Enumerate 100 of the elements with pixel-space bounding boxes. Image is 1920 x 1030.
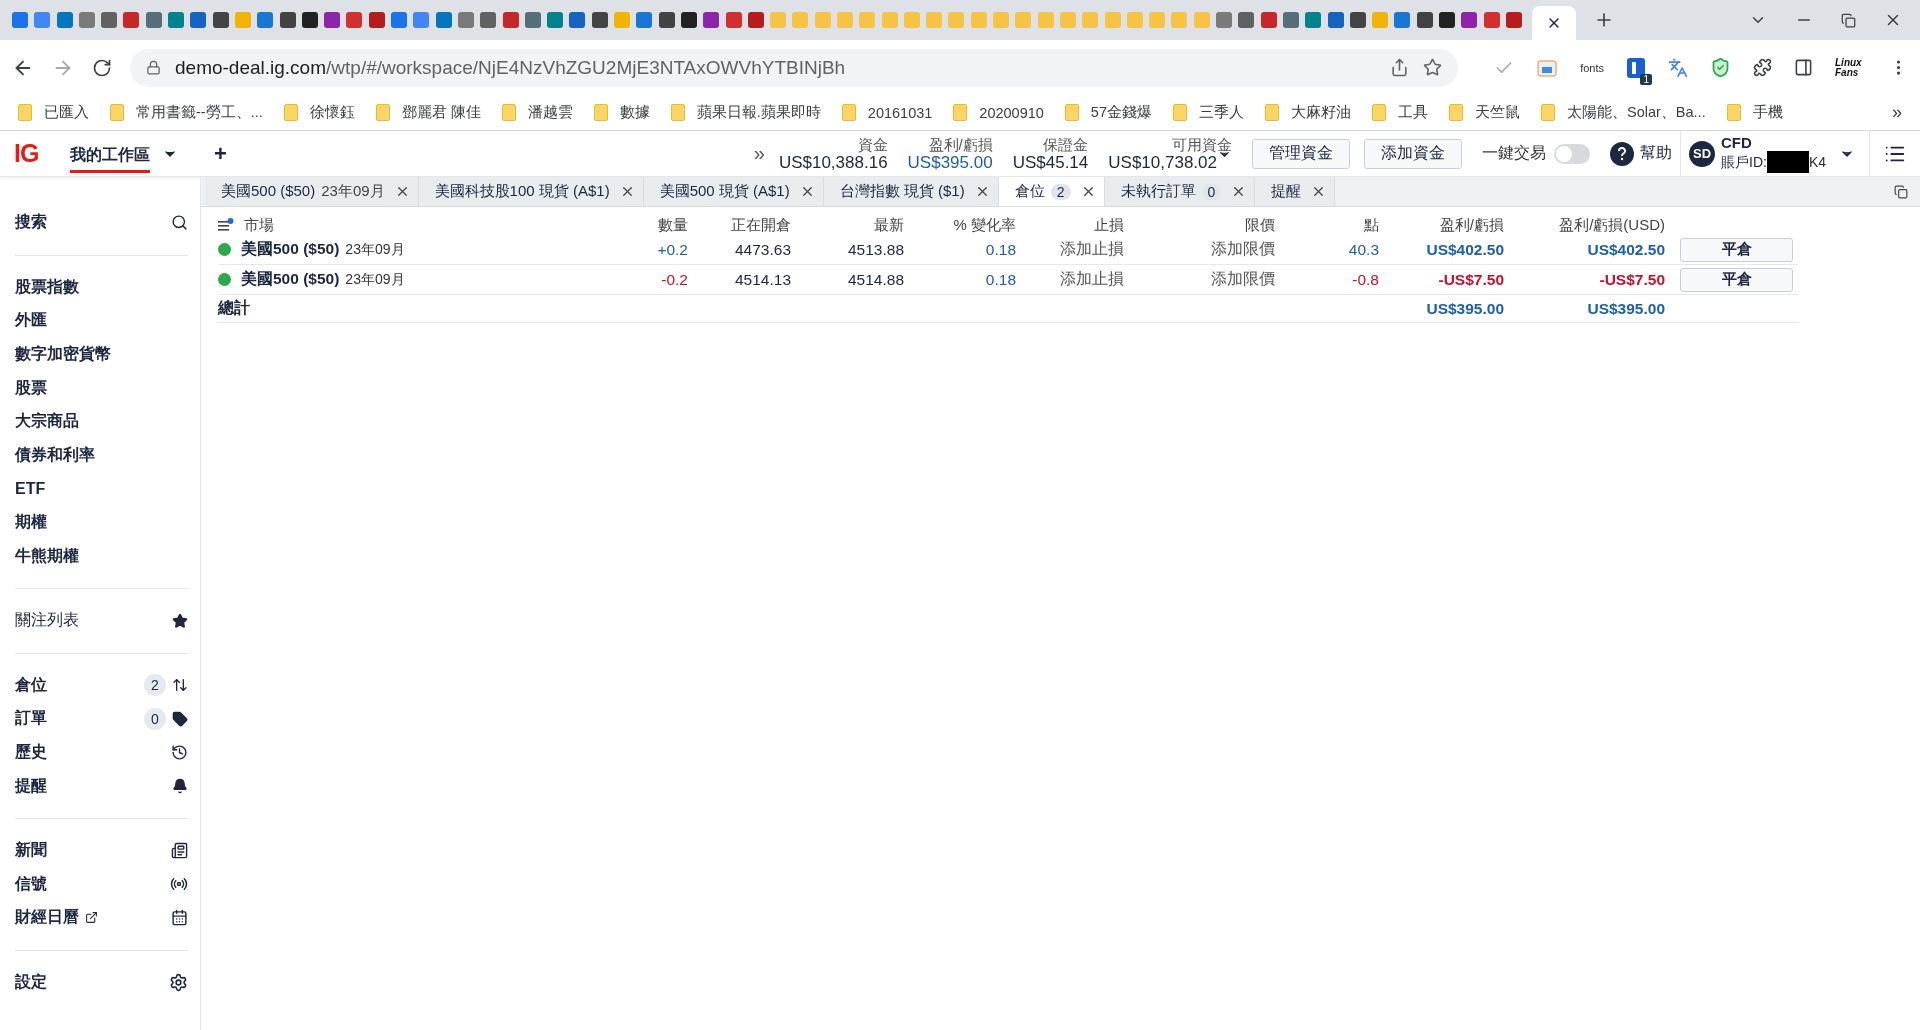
tab-favicon-icon[interactable] xyxy=(591,12,608,28)
column-header[interactable]: 盈利/虧損(USD) xyxy=(1504,215,1665,235)
column-header[interactable]: 最新 xyxy=(791,215,904,235)
overflow-button[interactable]: » xyxy=(753,142,765,165)
workspace-tab[interactable]: 未執行訂單 0 xyxy=(1104,177,1256,206)
close-position-button[interactable]: 平倉 xyxy=(1680,267,1793,292)
sidebar-item[interactable]: 股票指數 xyxy=(15,276,79,298)
bookmark-link[interactable]: 天竺鼠 xyxy=(1475,103,1520,122)
sidebar-item[interactable]: 關注列表 xyxy=(15,610,79,632)
arrows-icon xyxy=(172,677,188,694)
funds-button[interactable]: 添加資金 xyxy=(1364,138,1462,169)
bookmark-link[interactable]: 常用書籤--勞工、... xyxy=(136,103,263,122)
close-position-button[interactable]: 平倉 xyxy=(1680,237,1793,262)
market-name[interactable]: 美國500 ($50) xyxy=(241,239,340,260)
sidebar-item[interactable]: 數字加密貨幣 xyxy=(15,344,111,366)
shield-icon[interactable] xyxy=(1710,57,1731,78)
add-limit-link[interactable]: 添加限價 xyxy=(1124,269,1275,290)
sidebar-item[interactable]: 訂單 xyxy=(15,708,47,730)
add-stop-link[interactable]: 添加止損 xyxy=(1016,269,1124,290)
workspace-tab[interactable]: 美國科技股100 現貨 (A$1) xyxy=(418,177,644,206)
help-icon[interactable] xyxy=(1610,141,1634,166)
search-link[interactable]: 搜索 xyxy=(15,212,47,234)
bookmark-link[interactable]: 徐懷鈺 xyxy=(309,103,355,122)
tab-favicon-icon[interactable] xyxy=(1461,12,1478,28)
sidebar-item[interactable]: 債券和利率 xyxy=(15,444,95,466)
table-cell-text: 0.18 xyxy=(984,240,1016,259)
bookmark-link[interactable]: 已匯入 xyxy=(44,103,89,122)
one-click-toggle[interactable] xyxy=(1554,143,1590,164)
sidebar-item[interactable]: 牛熊期權 xyxy=(15,545,79,567)
bookmark-link[interactable]: 20161031 xyxy=(867,104,933,121)
sidebar-item[interactable]: 期權 xyxy=(15,512,47,534)
bookmark-link[interactable]: 20200910 xyxy=(979,104,1044,121)
sidebar-item[interactable]: 歷史 xyxy=(15,742,47,763)
avatar[interactable]: SD xyxy=(1689,140,1715,167)
bookmark-link[interactable]: 鄧麗君 陳佳 xyxy=(401,103,481,122)
add-stop-link[interactable]: 添加止損 xyxy=(1016,239,1124,260)
sidebar-item[interactable]: 大宗商品 xyxy=(15,411,79,433)
tab-favicon-icon[interactable] xyxy=(680,12,697,28)
tab-favicon-icon[interactable] xyxy=(703,12,720,28)
bookmark-link[interactable]: 潘越雲 xyxy=(527,103,573,122)
share-icon[interactable] xyxy=(1390,58,1410,77)
bookmark-link[interactable]: 57金錢爆 xyxy=(1090,103,1152,122)
settings-icon[interactable] xyxy=(169,973,188,992)
reload-icon[interactable] xyxy=(92,57,112,78)
translate-icon[interactable] xyxy=(1668,57,1688,78)
address-bar[interactable]: demo-deal.ig.com/wtp/#/workspace/NjE4NzVhZGU2MjE3NTAxOWVhYTBINjBh xyxy=(130,48,1459,87)
popout-icon[interactable] xyxy=(1894,184,1908,199)
tab-favicon-icon[interactable] xyxy=(301,12,318,28)
workspace-tab[interactable]: 美國500 現貨 (A$1) xyxy=(643,177,824,206)
tab-favicon-icon[interactable] xyxy=(658,12,675,28)
logo[interactable]: IG xyxy=(0,139,70,168)
column-header[interactable]: 盈利/虧損 xyxy=(1379,215,1504,235)
bookmark-link[interactable]: 大麻籽油 xyxy=(1291,103,1351,122)
tab-favicon-icon[interactable] xyxy=(279,12,296,28)
workspace-tab[interactable]: 倉位 2 xyxy=(998,177,1105,206)
sidebar-item[interactable]: 提醒 xyxy=(15,775,47,797)
search-icon[interactable] xyxy=(171,214,188,232)
column-menu-icon[interactable] xyxy=(218,218,234,232)
workspace-tab[interactable]: 提醒 xyxy=(1255,177,1336,206)
sidebar-item[interactable]: 信號 xyxy=(15,873,47,895)
tab-favicon-icon[interactable] xyxy=(1416,12,1433,28)
column-header[interactable]: 數量 xyxy=(618,215,688,235)
extension-label[interactable]: fonts xyxy=(1580,61,1604,74)
workspace-tab[interactable]: 美國500 ($50) 23年09月 xyxy=(205,177,419,206)
extensions-icon[interactable] xyxy=(1753,58,1772,77)
funds-button[interactable]: 管理資金 xyxy=(1252,138,1350,169)
column-header[interactable]: 點 xyxy=(1275,215,1379,235)
restore-icon[interactable] xyxy=(1841,12,1856,28)
add-limit-link[interactable]: 添加限價 xyxy=(1124,239,1275,260)
bookmark-link[interactable]: 手機 xyxy=(1752,103,1783,122)
workspace-tab[interactable]: 台灣指數 現貨 ($1) xyxy=(823,177,999,206)
bookmark-link[interactable]: 太陽能、Solar、Ba... xyxy=(1567,103,1706,122)
tab-favicon-icon[interactable] xyxy=(1349,12,1366,28)
bookmark-star-icon[interactable] xyxy=(1423,58,1443,77)
more-bookmarks[interactable]: » xyxy=(1892,102,1902,123)
sidebar-item[interactable]: 新聞 xyxy=(15,840,47,862)
sidebar-item[interactable]: ETF xyxy=(15,479,46,498)
tab-favicon-icon[interactable] xyxy=(324,12,341,28)
column-header[interactable]: 止損 xyxy=(1016,215,1124,235)
sidebar-item[interactable]: 外匯 xyxy=(15,310,47,332)
help-link[interactable]: 幫助 xyxy=(1640,143,1672,164)
extension-icon[interactable] xyxy=(1626,56,1646,79)
column-header[interactable]: 市場 xyxy=(244,215,274,235)
workspace-tab[interactable]: 我的工作區 xyxy=(70,138,150,173)
bookmark-link[interactable]: 工具 xyxy=(1398,103,1428,122)
bookmark-link[interactable]: 蘋果日報.蘋果即時 xyxy=(696,103,821,122)
sidebar-item[interactable]: 設定 xyxy=(15,972,47,993)
extension-label[interactable]: Linux Fans xyxy=(1835,57,1867,78)
add-workspace-button[interactable]: + xyxy=(208,139,233,168)
market-name[interactable]: 美國500 ($50) xyxy=(241,269,340,290)
tab-favicon-icon[interactable] xyxy=(212,12,229,28)
column-header[interactable]: 正在開倉 xyxy=(688,215,791,235)
sidebar-item[interactable]: 財經日曆 xyxy=(15,907,79,929)
column-header[interactable]: 限價 xyxy=(1124,215,1275,235)
bookmark-link[interactable]: 數據 xyxy=(619,103,650,122)
column-header[interactable]: % 變化率 xyxy=(904,215,1016,235)
bookmark-link[interactable]: 三季人 xyxy=(1199,103,1244,122)
sidebar-item[interactable]: 股票 xyxy=(15,377,47,399)
sidebar-item[interactable]: 倉位 xyxy=(15,674,47,696)
side-panel-icon[interactable] xyxy=(1794,58,1813,77)
